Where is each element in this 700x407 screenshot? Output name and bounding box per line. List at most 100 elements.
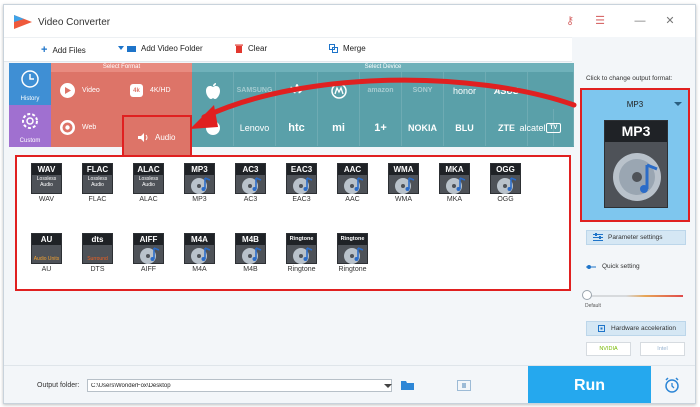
disc-icon <box>344 247 364 264</box>
quality-slider-track[interactable] <box>588 295 683 297</box>
device-tv[interactable]: TV <box>534 109 574 146</box>
select-format-header: Select Format <box>51 63 192 72</box>
hardware-acceleration-button[interactable]: Hardware acceleration <box>586 321 686 336</box>
app-window: Video Converter ⚷ ☰ — ✕ + Add Files Add … <box>3 4 696 404</box>
output-format-name: MP3 <box>626 100 644 109</box>
format-tile[interactable]: AU Audio Units AU <box>21 228 72 293</box>
device-sony[interactable]: SONY <box>402 72 444 109</box>
device-huawei-icon[interactable] <box>276 72 318 109</box>
format-icon-tag: AIFF <box>134 234 163 245</box>
format-icon: EAC3 <box>286 163 317 194</box>
format-tile[interactable]: M4B M4B <box>225 228 276 293</box>
format-tile[interactable]: MP3 MP3 <box>174 158 225 223</box>
format-tile[interactable]: dts Surround DTS <box>72 228 123 293</box>
format-tile[interactable]: ALAC Lossless Audio ALAC <box>123 158 174 223</box>
format-tile[interactable]: M4A M4A <box>174 228 225 293</box>
disc-icon <box>293 247 313 264</box>
format-icon: ALAC Lossless Audio <box>133 163 164 194</box>
folder-open-icon[interactable] <box>401 380 415 391</box>
device-blank[interactable] <box>528 72 574 109</box>
intel-badge[interactable]: Intel <box>640 342 685 356</box>
parameter-settings-button[interactable]: Parameter settings <box>586 230 686 245</box>
close-button[interactable]: ✕ <box>662 14 678 28</box>
quality-slider-knob[interactable] <box>582 290 592 300</box>
title-bar: Video Converter ⚷ ☰ — ✕ <box>4 5 695 37</box>
menu-icon[interactable]: ☰ <box>592 14 608 28</box>
output-folder-input[interactable] <box>87 379 392 392</box>
format-label: AAC <box>345 196 360 203</box>
format-icon: M4A <box>184 233 215 264</box>
history-button[interactable]: History <box>9 63 51 105</box>
format-tile[interactable]: AC3 AC3 <box>225 158 276 223</box>
merge-button[interactable]: Merge <box>329 44 366 53</box>
disc-icon <box>344 177 364 194</box>
format-icon-tag: OGG <box>491 164 520 175</box>
tv-icon: TV <box>545 122 562 133</box>
chevron-down-icon[interactable] <box>384 382 392 390</box>
device-nokia[interactable]: NOKIA <box>402 109 444 146</box>
device-lenovo[interactable]: Lenovo <box>234 109 276 146</box>
format-icon: FLAC Lossless Audio <box>82 163 113 194</box>
format-icon: WAV Lossless Audio <box>31 163 62 194</box>
nvidia-badge[interactable]: NVIDIA <box>586 342 631 356</box>
select-device-header: Select Device <box>192 63 574 72</box>
add-files-button[interactable]: + Add Files <box>41 44 86 56</box>
clear-button[interactable]: Clear <box>235 44 267 53</box>
format-icon: MKA <box>439 163 470 194</box>
format-icon-subtitle: Lossless Audio <box>138 176 159 188</box>
custom-button[interactable]: Custom <box>9 105 51 147</box>
format-icon: WMA <box>388 163 419 194</box>
format-video-button[interactable]: Video <box>51 72 121 109</box>
disc-icon <box>293 177 313 194</box>
device-samsung[interactable]: SAMSUNG <box>234 72 276 109</box>
format-tile[interactable]: AIFF AIFF <box>123 228 174 293</box>
format-tile[interactable]: WMA WMA <box>378 158 429 223</box>
device-lg-icon[interactable] <box>192 109 234 146</box>
plus-icon: + <box>41 44 48 56</box>
format-icon-tag: ALAC <box>134 164 163 175</box>
device-blu[interactable]: BLU <box>444 109 486 146</box>
format-icon: OGG <box>490 163 521 194</box>
device-motorola-icon[interactable] <box>318 72 360 109</box>
format-web-button[interactable]: Web <box>51 109 121 146</box>
export-folder-icon[interactable] <box>457 380 471 391</box>
device-htc[interactable]: htc <box>276 109 318 146</box>
format-tile[interactable]: AAC AAC <box>327 158 378 223</box>
format-tile[interactable]: OGG OGG <box>480 158 531 223</box>
toolbar: + Add Files Add Video Folder Clear Merge <box>4 37 572 62</box>
add-video-folder-button[interactable]: Add Video Folder <box>118 44 203 53</box>
format-tile[interactable]: Ringtone Ringtone <box>276 228 327 293</box>
format-tile[interactable]: MKA MKA <box>429 158 480 223</box>
format-icon-subtitle: Surround <box>87 256 108 262</box>
output-format-selector[interactable]: MP3 MP3 <box>580 88 690 222</box>
format-label: ALAC <box>139 196 158 203</box>
device-asus[interactable]: ASUS <box>486 72 528 109</box>
device-amazon[interactable]: amazon <box>360 72 402 109</box>
device-oneplus[interactable]: 1+ <box>360 109 402 146</box>
key-icon[interactable]: ⚷ <box>562 14 578 28</box>
format-icon-tag: AU <box>32 234 61 245</box>
run-button[interactable]: Run <box>528 366 651 403</box>
format-tile[interactable]: EAC3 EAC3 <box>276 158 327 223</box>
trash-icon <box>235 44 243 53</box>
format-tile[interactable]: Ringtone Ringtone <box>327 228 378 293</box>
format-icon-tag: WMA <box>389 164 418 175</box>
format-4khd-button[interactable]: 4k 4K/HD <box>121 72 191 109</box>
device-apple-icon[interactable] <box>192 72 234 109</box>
device-xiaomi[interactable]: mi <box>318 109 360 146</box>
gear-icon <box>22 113 38 129</box>
bottom-bar: Output folder: Run <box>4 365 695 403</box>
slider-icon <box>586 264 596 269</box>
disc-icon <box>191 247 211 264</box>
output-panel: Click to change output format: MP3 MP3 P… <box>576 63 695 365</box>
device-honor[interactable]: honor <box>444 72 486 109</box>
format-label: EAC3 <box>292 196 311 203</box>
format-tile[interactable]: FLAC Lossless Audio FLAC <box>72 158 123 223</box>
minimize-button[interactable]: — <box>632 14 648 28</box>
format-icon-subtitle: Lossless Audio <box>87 176 108 188</box>
disc-icon <box>242 177 262 194</box>
format-tile[interactable]: WAV Lossless Audio WAV <box>21 158 72 223</box>
format-label: Ringtone <box>287 266 316 273</box>
alarm-clock-icon[interactable] <box>664 377 680 394</box>
format-audio-button[interactable]: Audio <box>122 115 192 160</box>
